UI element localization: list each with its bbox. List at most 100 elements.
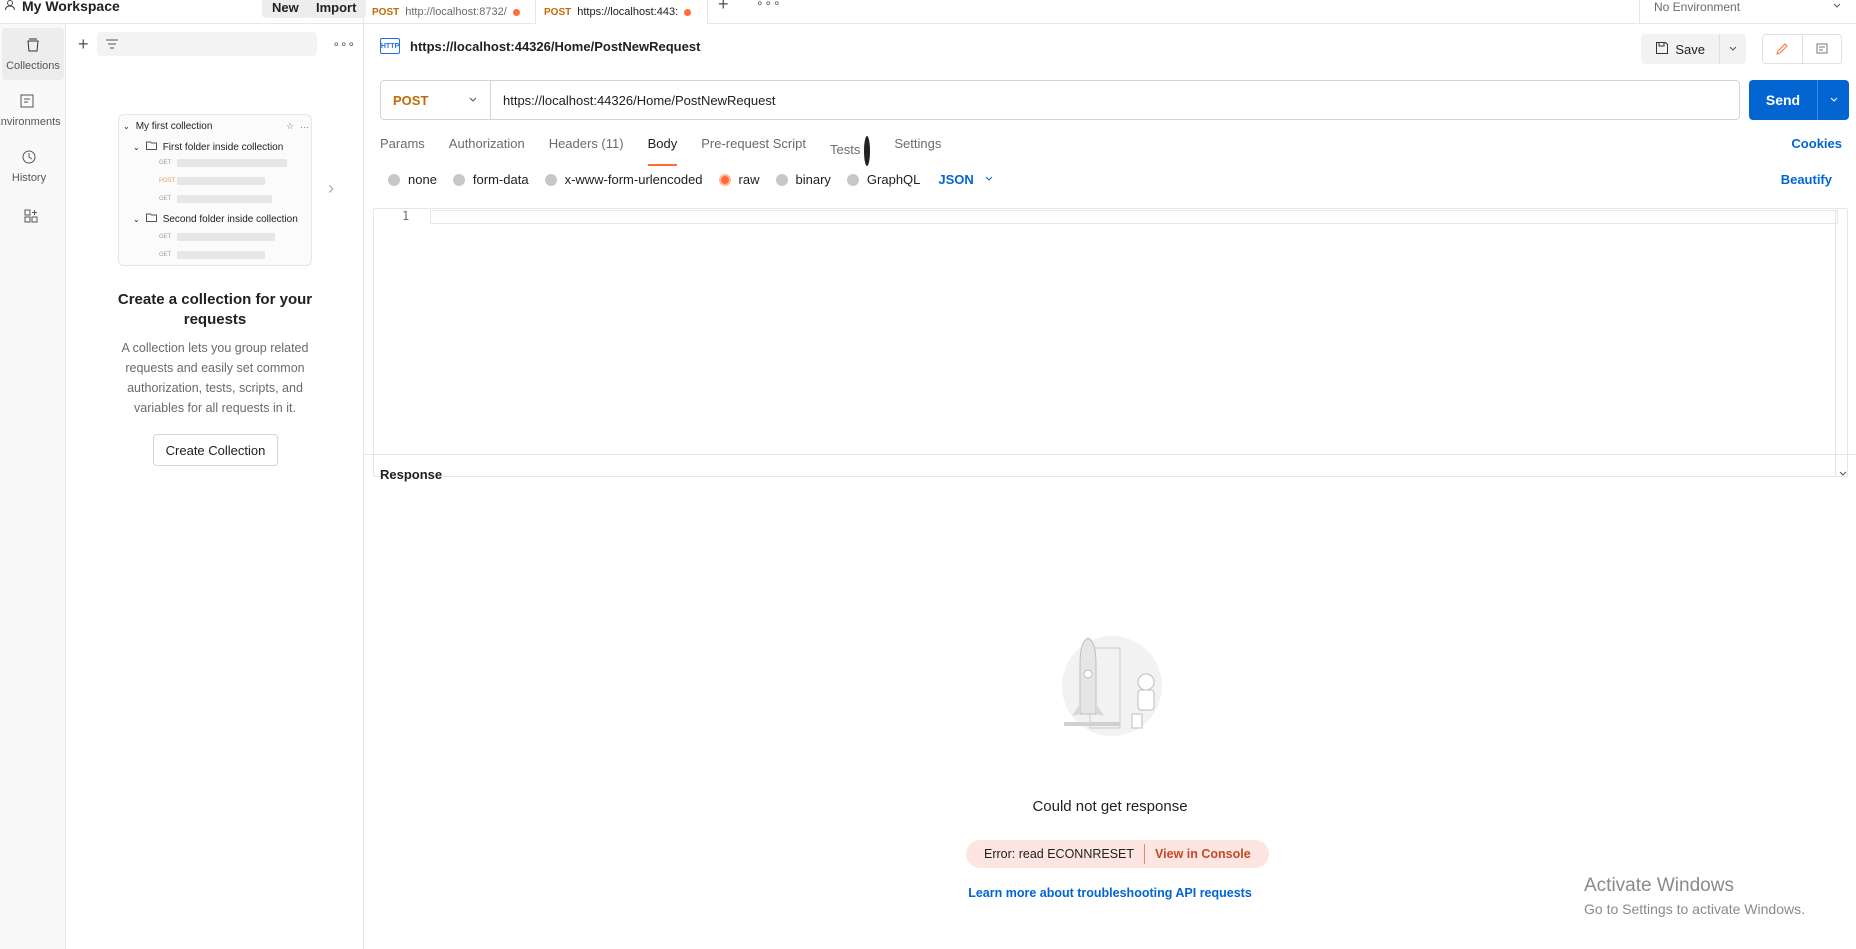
- body-type-options: none form-data x-www-form-urlencoded raw…: [388, 172, 994, 187]
- history-icon: [21, 149, 37, 168]
- rail-environments[interactable]: Environments: [0, 84, 61, 136]
- environment-label: No Environment: [1654, 0, 1741, 14]
- sidebar-more-icon[interactable]: ∘∘∘: [333, 37, 356, 51]
- tab-body[interactable]: Body: [647, 136, 677, 166]
- response-message: Could not get response: [1032, 798, 1188, 815]
- save-button[interactable]: Save: [1641, 34, 1720, 64]
- activate-windows-watermark: Activate Windows Go to Settings to activ…: [1584, 875, 1805, 917]
- radio-none[interactable]: none: [388, 172, 437, 187]
- radio-form-data[interactable]: form-data: [452, 172, 529, 187]
- illus-method: GET: [159, 196, 172, 202]
- http-icon: HTTP: [380, 38, 400, 54]
- illus-method: GET: [159, 234, 172, 240]
- request-tabs: Params Authorization Headers (11) Body P…: [380, 136, 941, 166]
- radio-label: form-data: [472, 172, 529, 187]
- save-options-chevron-icon[interactable]: [1720, 34, 1746, 64]
- tab-request-1[interactable]: POST http://localhost:8732/: [364, 0, 536, 24]
- import-button[interactable]: Import: [306, 0, 367, 18]
- collection-illustration: ⌄ My first collection ☆ ··· ⌄ First fold…: [118, 114, 312, 266]
- radio-dot: [388, 173, 400, 186]
- environments-icon: [19, 93, 35, 112]
- request-editor: HTTP https://localhost:44326/Home/PostNe…: [364, 24, 1856, 949]
- rail-collections[interactable]: Collections: [2, 28, 64, 80]
- illus-bar: [177, 251, 265, 259]
- illus-bar: [177, 233, 275, 241]
- more-tabs-icon[interactable]: ∘∘∘: [756, 0, 782, 10]
- line-number: 1: [402, 209, 410, 223]
- send-options-chevron-icon[interactable]: [1817, 80, 1849, 120]
- folder-icon: [145, 141, 157, 153]
- rail-history[interactable]: History: [0, 140, 60, 192]
- editor-scrollbar[interactable]: [1835, 209, 1847, 476]
- new-button[interactable]: New: [262, 0, 309, 18]
- illus-collection-row: ⌄ My first collection ☆ ···: [123, 121, 309, 132]
- send-button[interactable]: Send: [1749, 92, 1817, 108]
- tab-headers[interactable]: Headers (11): [549, 136, 624, 166]
- chevron-right-icon[interactable]: ›: [328, 178, 334, 199]
- illus-bar: [177, 195, 272, 203]
- method-label: POST: [393, 92, 429, 108]
- comments-icon[interactable]: [1803, 35, 1842, 63]
- star-icon: ☆: [285, 121, 294, 131]
- rail-add-workbench[interactable]: [0, 202, 62, 232]
- edit-pencil-icon[interactable]: [1763, 35, 1803, 63]
- watermark-title: Activate Windows: [1584, 875, 1734, 896]
- empty-state-description: A collection lets you group related requ…: [121, 341, 309, 415]
- workspace-title[interactable]: My Workspace: [4, 0, 120, 14]
- chevron-down-icon: [468, 93, 478, 108]
- filter-icon: [105, 37, 119, 52]
- tab-request-2[interactable]: POST https://localhost:443:: [536, 0, 708, 24]
- tab-params[interactable]: Params: [380, 136, 425, 166]
- beautify-link[interactable]: Beautify: [1781, 172, 1832, 187]
- method-select[interactable]: POST: [381, 81, 491, 119]
- filter-input[interactable]: [96, 32, 317, 56]
- format-select[interactable]: JSON: [938, 172, 993, 187]
- illus-bar: [177, 159, 287, 167]
- environment-selector[interactable]: No Environment: [1639, 0, 1856, 24]
- more-icon: ···: [300, 121, 309, 132]
- radio-label: raw: [738, 172, 760, 187]
- illus-collection-name: My first collection: [135, 121, 213, 132]
- save-button-group: Save: [1641, 34, 1746, 64]
- tab-label: https://localhost:443:: [577, 6, 679, 18]
- new-tab-plus-icon[interactable]: +: [718, 0, 729, 15]
- request-name[interactable]: https://localhost:44326/Home/PostNewRequ…: [410, 39, 700, 54]
- radio-dot: [846, 173, 859, 186]
- tab-authorization[interactable]: Authorization: [449, 136, 525, 166]
- radio-dot: [544, 173, 557, 186]
- radio-graphql[interactable]: GraphQL: [846, 172, 920, 187]
- tab-tests: Tests: [830, 142, 861, 158]
- rail-label: Environments: [0, 115, 61, 128]
- grid-plus-icon: [23, 208, 39, 227]
- tab-method: POST: [544, 6, 572, 18]
- send-button-group: Send: [1749, 80, 1849, 120]
- radio-urlencoded[interactable]: x-www-form-urlencoded: [544, 172, 703, 187]
- radio-raw[interactable]: raw: [718, 172, 760, 187]
- tab-settings[interactable]: Settings: [894, 136, 941, 166]
- rail-label: Collections: [6, 59, 60, 72]
- divider: [1144, 844, 1146, 864]
- illus-method: GET: [159, 252, 172, 258]
- url-input[interactable]: https://localhost:44326/Home/PostNewRequ…: [491, 93, 775, 108]
- rocket-astronaut-illustration: [1050, 634, 1170, 747]
- collections-sidebar: + ∘∘∘ ⌄ My first collection ☆ ··· ⌄ Firs…: [66, 24, 364, 949]
- view-in-console-link[interactable]: View in Console: [1155, 847, 1251, 861]
- illus-folder-name: First folder inside collection: [162, 141, 284, 153]
- chevron-down-icon: ⌄: [133, 142, 140, 152]
- body-code-editor[interactable]: 1: [373, 208, 1848, 477]
- radio-binary[interactable]: binary: [775, 172, 831, 187]
- chevron-down-icon: [1832, 0, 1842, 14]
- cookies-link[interactable]: Cookies: [1791, 136, 1842, 151]
- response-header[interactable]: Response: [364, 454, 1856, 490]
- illus-request: GET: [159, 233, 275, 241]
- illus-request: POST: [159, 177, 265, 185]
- add-icon[interactable]: +: [78, 34, 89, 55]
- tab-pre-request-script[interactable]: Pre-request Script: [701, 136, 806, 166]
- error-banner: Error: read ECONNRESET View in Console: [966, 840, 1269, 868]
- chevron-down-icon: [984, 172, 994, 187]
- illus-method: GET: [159, 160, 172, 166]
- create-collection-button[interactable]: Create Collection: [153, 434, 278, 466]
- watermark-subtitle: Go to Settings to activate Windows.: [1584, 901, 1805, 917]
- radio-label: none: [408, 172, 437, 187]
- tab-tests-wrap[interactable]: Tests: [830, 136, 871, 166]
